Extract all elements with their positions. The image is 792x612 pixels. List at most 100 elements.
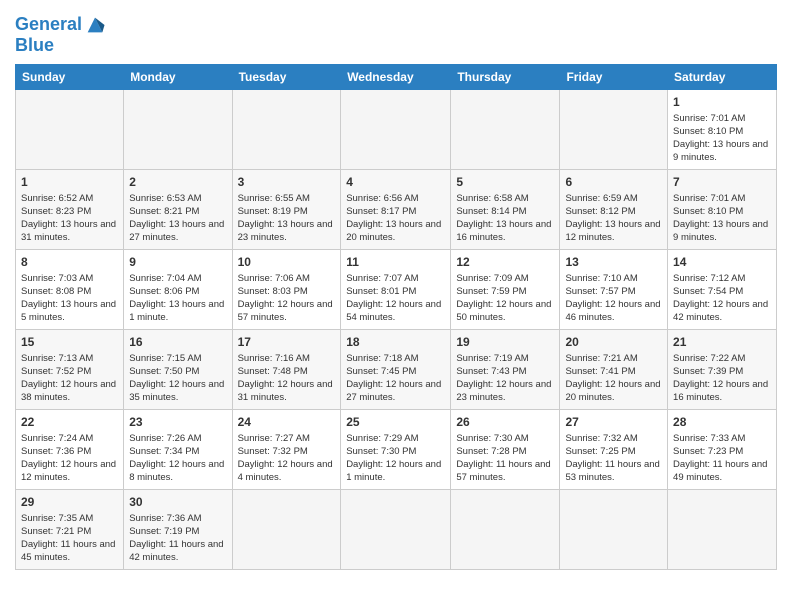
day-number: 1 [673,94,771,111]
daylight-text: Daylight: 12 hours and 12 minutes. [21,459,116,483]
calendar-cell: 24Sunrise: 7:27 AMSunset: 7:32 PMDayligh… [232,409,341,489]
sunset-text: Sunset: 7:41 PM [565,366,635,377]
sunrise-text: Sunrise: 6:52 AM [21,193,93,204]
sunrise-text: Sunrise: 7:03 AM [21,273,93,284]
daylight-text: Daylight: 13 hours and 16 minutes. [456,219,551,243]
sunrise-text: Sunrise: 7:32 AM [565,433,637,444]
calendar-cell: 3 Sunrise: 6:55 AM Sunset: 8:19 PM Daylight… [232,169,341,249]
calendar-week-row: 8 Sunrise: 7:03 AM Sunset: 8:08 PM Daylight… [16,249,777,329]
sunset-text: Sunset: 8:01 PM [346,286,416,297]
sunrise-text: Sunrise: 7:35 AM [21,513,93,524]
day-number: 20 [565,334,662,351]
daylight-text: Daylight: 13 hours and 1 minute. [129,299,224,323]
day-number: 4 [346,174,445,191]
calendar-cell [232,489,341,569]
daylight-text: Daylight: 12 hours and 35 minutes. [129,379,224,403]
daylight-text: Daylight: 11 hours and 53 minutes. [565,459,659,483]
calendar-cell [451,89,560,169]
daylight-text: Daylight: 12 hours and 23 minutes. [456,379,551,403]
sunrise-text: Sunrise: 7:10 AM [565,273,637,284]
daylight-text: Daylight: 12 hours and 16 minutes. [673,379,768,403]
calendar-table: SundayMondayTuesdayWednesdayThursdayFrid… [15,64,777,570]
sunrise-text: Sunrise: 7:27 AM [238,433,310,444]
sunset-text: Sunset: 7:59 PM [456,286,526,297]
calendar-cell: 15Sunrise: 7:13 AMSunset: 7:52 PMDayligh… [16,329,124,409]
calendar-cell: 6Sunrise: 6:59 AMSunset: 8:12 PMDaylight… [560,169,668,249]
daylight-text: Daylight: 13 hours and 23 minutes. [238,219,333,243]
sunset-text: Sunset: 7:32 PM [238,446,308,457]
sunset-text: Sunset: 7:19 PM [129,526,199,537]
daylight-text: Daylight: 12 hours and 20 minutes. [565,379,660,403]
day-number: 3 [238,174,336,191]
day-number: 26 [456,414,554,431]
day-number: 29 [21,494,118,511]
day-number: 2 [129,174,226,191]
sunset-text: Sunset: 7:52 PM [21,366,91,377]
weekday-header: Thursday [451,64,560,89]
daylight-text: Daylight: 13 hours and 27 minutes. [129,219,224,243]
calendar-cell: 12Sunrise: 7:09 AMSunset: 7:59 PMDayligh… [451,249,560,329]
sunrise-text: Sunrise: 6:53 AM [129,193,201,204]
calendar-cell: 28Sunrise: 7:33 AMSunset: 7:23 PMDayligh… [668,409,777,489]
calendar-cell: 26Sunrise: 7:30 AMSunset: 7:28 PMDayligh… [451,409,560,489]
sunset-text: Sunset: 8:19 PM [238,206,308,217]
sunset-text: Sunset: 7:43 PM [456,366,526,377]
sunrise-text: Sunrise: 6:59 AM [565,193,637,204]
day-number: 25 [346,414,445,431]
calendar-week-row: 15Sunrise: 7:13 AMSunset: 7:52 PMDayligh… [16,329,777,409]
calendar-cell: 2Sunrise: 6:53 AMSunset: 8:21 PMDaylight… [124,169,232,249]
calendar-cell [560,89,668,169]
sunset-text: Sunset: 7:23 PM [673,446,743,457]
calendar-cell [341,89,451,169]
logo-icon [84,14,106,36]
calendar-cell: 11Sunrise: 7:07 AMSunset: 8:01 PMDayligh… [341,249,451,329]
day-number: 21 [673,334,771,351]
calendar-cell: 1Sunrise: 6:52 AMSunset: 8:23 PMDaylight… [16,169,124,249]
sunset-text: Sunset: 8:03 PM [238,286,308,297]
calendar-cell: 18Sunrise: 7:18 AMSunset: 7:45 PMDayligh… [341,329,451,409]
daylight-text: Daylight: 13 hours and 20 minutes. [346,219,441,243]
calendar-cell: 9Sunrise: 7:04 AMSunset: 8:06 PMDaylight… [124,249,232,329]
calendar-week-row: 1 Sunrise: 7:01 AM Sunset: 8:10 PM Daylight… [16,89,777,169]
calendar-container: General Blue SundayMondayTuesdayWednesda… [0,0,792,612]
calendar-cell: 27Sunrise: 7:32 AMSunset: 7:25 PMDayligh… [560,409,668,489]
sunset-text: Sunset: 8:10 PM [673,206,743,217]
day-number: 23 [129,414,226,431]
daylight-text: Daylight: 12 hours and 27 minutes. [346,379,441,403]
sunrise-text: Sunrise: 7:21 AM [565,353,637,364]
calendar-cell: 13Sunrise: 7:10 AMSunset: 7:57 PMDayligh… [560,249,668,329]
sunrise-text: Sunrise: 6:56 AM [346,193,418,204]
daylight-text: Daylight: 13 hours and 9 minutes. [673,139,768,163]
sunrise-text: Sunrise: 7:13 AM [21,353,93,364]
day-number: 14 [673,254,771,271]
daylight-text: Daylight: 12 hours and 46 minutes. [565,299,660,323]
daylight-text: Daylight: 13 hours and 31 minutes. [21,219,116,243]
day-number: 8 [21,254,118,271]
day-number: 10 [238,254,336,271]
sunset-text: Sunset: 8:23 PM [21,206,91,217]
calendar-cell: 23Sunrise: 7:26 AMSunset: 7:34 PMDayligh… [124,409,232,489]
calendar-cell [341,489,451,569]
sunset-text: Sunset: 7:25 PM [565,446,635,457]
weekday-header: Friday [560,64,668,89]
sunrise-text: Sunrise: 7:01 AM [673,113,745,124]
calendar-week-row: 1Sunrise: 6:52 AMSunset: 8:23 PMDaylight… [16,169,777,249]
weekday-header: Wednesday [341,64,451,89]
sunset-text: Sunset: 7:45 PM [346,366,416,377]
calendar-cell: 14Sunrise: 7:12 AMSunset: 7:54 PMDayligh… [668,249,777,329]
daylight-text: Daylight: 12 hours and 57 minutes. [238,299,333,323]
sunset-text: Sunset: 7:48 PM [238,366,308,377]
sunset-text: Sunset: 8:08 PM [21,286,91,297]
sunrise-text: Sunrise: 7:07 AM [346,273,418,284]
calendar-cell: 7Sunrise: 7:01 AMSunset: 8:10 PMDaylight… [668,169,777,249]
sunrise-text: Sunrise: 7:06 AM [238,273,310,284]
calendar-cell [232,89,341,169]
sunset-text: Sunset: 8:17 PM [346,206,416,217]
sunset-text: Sunset: 7:50 PM [129,366,199,377]
daylight-text: Daylight: 11 hours and 57 minutes. [456,459,550,483]
sunset-text: Sunset: 8:10 PM [673,126,743,137]
sunrise-text: Sunrise: 6:55 AM [238,193,310,204]
sunrise-text: Sunrise: 7:12 AM [673,273,745,284]
sunrise-text: Sunrise: 7:15 AM [129,353,201,364]
daylight-text: Daylight: 12 hours and 8 minutes. [129,459,224,483]
